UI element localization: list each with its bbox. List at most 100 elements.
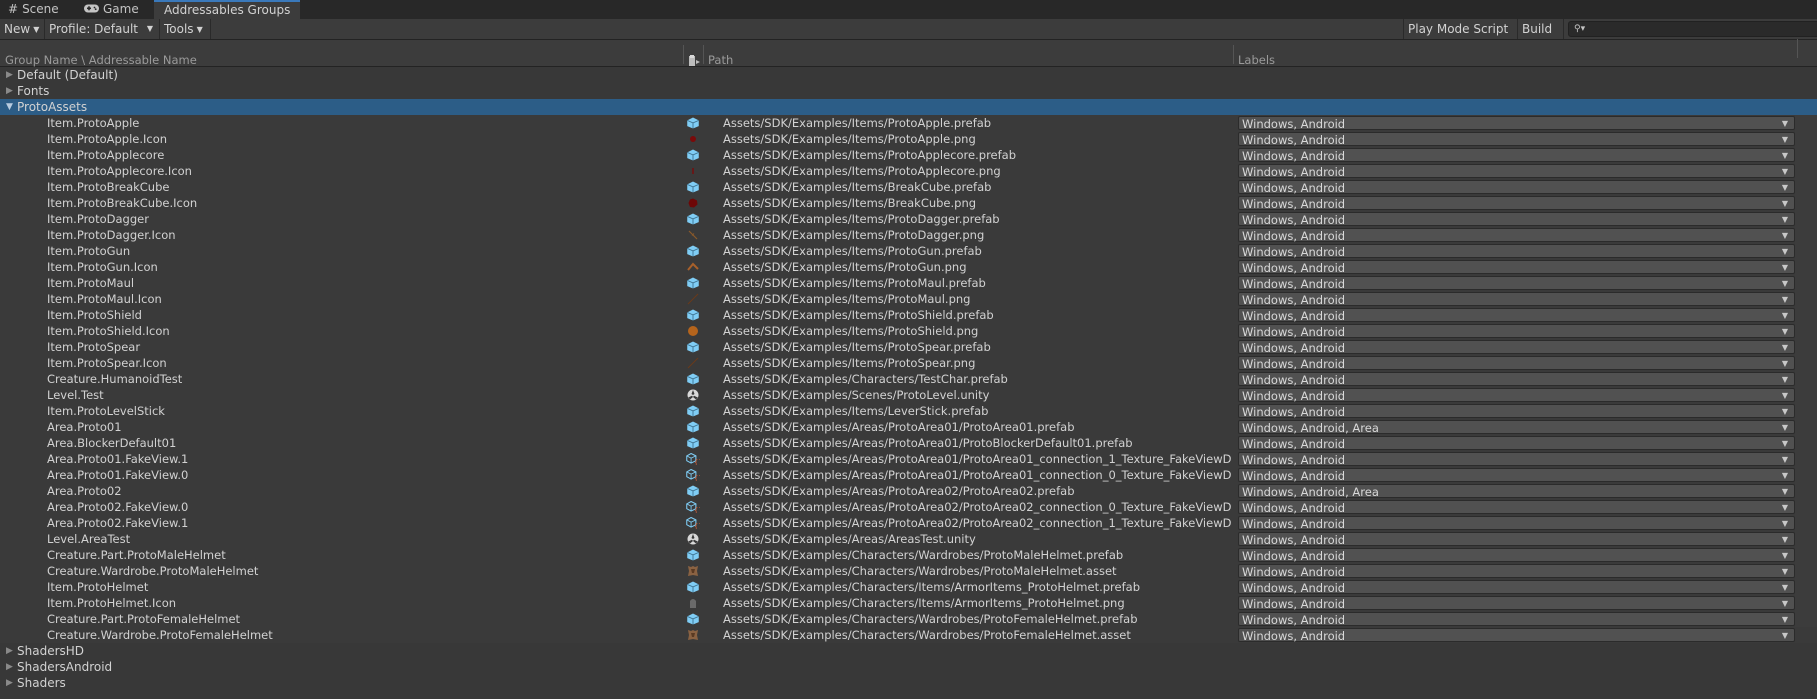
entry-row[interactable]: Item.ProtoHelmet Assets/SDK/Examples/Cha… [0, 579, 1817, 595]
entry-row[interactable]: Item.ProtoDagger Assets/SDK/Examples/Ite… [0, 211, 1817, 227]
play-mode-script-label: Play Mode Script [1408, 22, 1509, 36]
tab-addressables-groups[interactable]: Addressables Groups [154, 0, 301, 19]
entry-row[interactable]: Item.ProtoMaul.Icon Assets/SDK/Examples/… [0, 291, 1817, 307]
entry-row[interactable]: Area.Proto01.FakeView.1 {} Assets/SDK/Ex… [0, 451, 1817, 467]
labels-dropdown[interactable]: Windows, Android ▼ [1238, 404, 1795, 419]
labels-dropdown[interactable]: Windows, Android ▼ [1238, 580, 1795, 595]
column-header-name[interactable]: Group Name \ Addressable Name [5, 53, 197, 67]
entry-row[interactable]: Item.ProtoDagger.Icon Assets/SDK/Example… [0, 227, 1817, 243]
labels-dropdown[interactable]: Windows, Android ▼ [1238, 244, 1795, 259]
new-dropdown[interactable]: New ▼ [0, 19, 45, 39]
group-row-shadersandroid[interactable]: ▶ ShadersAndroid [0, 659, 1817, 675]
entry-row[interactable]: Creature.Part.ProtoFemaleHelmet Assets/S… [0, 611, 1817, 627]
play-mode-script-dropdown[interactable]: Play Mode Script▼ [1403, 19, 1518, 54]
entry-row[interactable]: Creature.Part.ProtoMaleHelmet Assets/SDK… [0, 547, 1817, 563]
labels-dropdown[interactable]: Windows, Android ▼ [1238, 372, 1795, 387]
labels-dropdown[interactable]: Windows, Android ▼ [1238, 356, 1795, 371]
column-divider[interactable] [1233, 45, 1234, 64]
labels-dropdown[interactable]: Windows, Android ▼ [1238, 148, 1795, 163]
labels-dropdown[interactable]: Windows, Android ▼ [1238, 212, 1795, 227]
entry-row[interactable]: Creature.Wardrobe.ProtoFemaleHelmet Asse… [0, 627, 1817, 643]
entry-row[interactable]: Area.Proto02 Assets/SDK/Examples/Areas/P… [0, 483, 1817, 499]
group-row-shaders[interactable]: ▶ Shaders [0, 675, 1817, 691]
entry-row[interactable]: Level.AreaTest Assets/SDK/Examples/Areas… [0, 531, 1817, 547]
profile-dropdown[interactable]: Profile: Default ▼ [45, 19, 160, 39]
labels-dropdown[interactable]: Windows, Android ▼ [1238, 532, 1795, 547]
entry-path: Assets/SDK/Examples/Scenes/ProtoLevel.un… [723, 388, 990, 402]
group-row-fonts[interactable]: ▶ Fonts [0, 83, 1817, 99]
labels-dropdown[interactable]: Windows, Android ▼ [1238, 228, 1795, 243]
labels-dropdown[interactable]: Windows, Android ▼ [1238, 164, 1795, 179]
search-field[interactable]: ⚲▾ [1568, 21, 1817, 37]
expand-arrow-icon[interactable]: ▶ [6, 675, 13, 691]
tab-game[interactable]: Game [84, 0, 139, 19]
labels-dropdown[interactable]: Windows, Android ▼ [1238, 260, 1795, 275]
labels-dropdown[interactable]: Windows, Android ▼ [1238, 548, 1795, 563]
expand-arrow-icon[interactable]: ▼ [6, 99, 13, 115]
entry-row[interactable]: Item.ProtoApplecore Assets/SDK/Examples/… [0, 147, 1817, 163]
entry-row[interactable]: Item.ProtoMaul Assets/SDK/Examples/Items… [0, 275, 1817, 291]
labels-dropdown[interactable]: Windows, Android, Area ▼ [1238, 484, 1795, 499]
labels-dropdown[interactable]: Windows, Android ▼ [1238, 276, 1795, 291]
entry-row[interactable]: Area.Proto02.FakeView.1 {} Assets/SDK/Ex… [0, 515, 1817, 531]
labels-dropdown[interactable]: Windows, Android ▼ [1238, 612, 1795, 627]
build-dropdown[interactable]: Build▼ [1518, 19, 1564, 54]
entry-row[interactable]: Item.ProtoBreakCube.Icon Assets/SDK/Exam… [0, 195, 1817, 211]
labels-dropdown[interactable]: Windows, Android ▼ [1238, 596, 1795, 611]
labels-dropdown[interactable]: Windows, Android ▼ [1238, 132, 1795, 147]
labels-dropdown[interactable]: Windows, Android ▼ [1238, 468, 1795, 483]
entry-row[interactable]: Area.Proto02.FakeView.0 {} Assets/SDK/Ex… [0, 499, 1817, 515]
entry-row[interactable]: Item.ProtoLevelStick Assets/SDK/Examples… [0, 403, 1817, 419]
entry-row[interactable]: Item.ProtoApplecore.Icon Assets/SDK/Exam… [0, 163, 1817, 179]
search-input[interactable] [1587, 22, 1817, 36]
entry-row[interactable]: Area.BlockerDefault01 Assets/SDK/Example… [0, 435, 1817, 451]
entry-row[interactable]: Area.Proto01 Assets/SDK/Examples/Areas/P… [0, 419, 1817, 435]
column-divider[interactable] [683, 45, 684, 64]
entry-address: Item.ProtoApplecore.Icon [47, 164, 192, 178]
entry-row[interactable]: Item.ProtoShield.Icon Assets/SDK/Example… [0, 323, 1817, 339]
labels-dropdown[interactable]: Windows, Android ▼ [1238, 564, 1795, 579]
labels-dropdown[interactable]: Windows, Android ▼ [1238, 324, 1795, 339]
labels-dropdown[interactable]: Windows, Android ▼ [1238, 436, 1795, 451]
entry-row[interactable]: Creature.Wardrobe.ProtoMaleHelmet Assets… [0, 563, 1817, 579]
labels-dropdown[interactable]: Windows, Android ▼ [1238, 180, 1795, 195]
expand-arrow-icon[interactable]: ▶ [6, 659, 13, 675]
entry-row[interactable]: Item.ProtoGun Assets/SDK/Examples/Items/… [0, 243, 1817, 259]
labels-dropdown[interactable]: Windows, Android ▼ [1238, 340, 1795, 355]
labels-dropdown[interactable]: Windows, Android ▼ [1238, 116, 1795, 131]
labels-dropdown[interactable]: Windows, Android ▼ [1238, 628, 1795, 643]
group-row-default-default[interactable]: ▶ Default (Default) [0, 67, 1817, 83]
labels-dropdown[interactable]: Windows, Android, Area ▼ [1238, 420, 1795, 435]
labels-dropdown[interactable]: Windows, Android ▼ [1238, 196, 1795, 211]
expand-arrow-icon[interactable]: ▶ [6, 643, 13, 659]
labels-dropdown[interactable]: Windows, Android ▼ [1238, 388, 1795, 403]
entry-row[interactable]: Item.ProtoApple Assets/SDK/Examples/Item… [0, 115, 1817, 131]
entry-row[interactable]: Item.ProtoShield Assets/SDK/Examples/Ite… [0, 307, 1817, 323]
entry-row[interactable]: Item.ProtoHelmet.Icon Assets/SDK/Example… [0, 595, 1817, 611]
column-divider[interactable] [703, 45, 704, 64]
expand-arrow-icon[interactable]: ▶ [6, 83, 13, 99]
column-divider[interactable] [1797, 39, 1798, 58]
entry-row[interactable]: Level.Test Assets/SDK/Examples/Scenes/Pr… [0, 387, 1817, 403]
labels-dropdown[interactable]: Windows, Android ▼ [1238, 516, 1795, 531]
tools-dropdown[interactable]: Tools ▼ [160, 19, 211, 39]
entry-row[interactable]: Item.ProtoSpear.Icon Assets/SDK/Examples… [0, 355, 1817, 371]
labels-dropdown[interactable]: Windows, Android ▼ [1238, 308, 1795, 323]
entry-row[interactable]: Area.Proto01.FakeView.0 {} Assets/SDK/Ex… [0, 467, 1817, 483]
group-row-protoassets[interactable]: ▼ ProtoAssets [0, 99, 1817, 115]
labels-dropdown[interactable]: Windows, Android ▼ [1238, 452, 1795, 467]
tab-scene[interactable]: # Scene [8, 0, 59, 19]
search-icon: ⚲▾ [1574, 24, 1586, 34]
entry-row[interactable]: Item.ProtoBreakCube Assets/SDK/Examples/… [0, 179, 1817, 195]
entry-row[interactable]: Item.ProtoApple.Icon Assets/SDK/Examples… [0, 131, 1817, 147]
expand-arrow-icon[interactable]: ▶ [6, 67, 13, 83]
group-row-shadershd[interactable]: ▶ ShadersHD [0, 643, 1817, 659]
labels-dropdown[interactable]: Windows, Android ▼ [1238, 292, 1795, 307]
labels-value: Windows, Android [1242, 309, 1346, 323]
entry-row[interactable]: Creature.HumanoidTest Assets/SDK/Example… [0, 371, 1817, 387]
column-header-path[interactable]: Path [708, 53, 733, 67]
column-header-labels[interactable]: Labels [1238, 53, 1275, 67]
labels-dropdown[interactable]: Windows, Android ▼ [1238, 500, 1795, 515]
entry-row[interactable]: Item.ProtoSpear Assets/SDK/Examples/Item… [0, 339, 1817, 355]
entry-row[interactable]: Item.ProtoGun.Icon Assets/SDK/Examples/I… [0, 259, 1817, 275]
